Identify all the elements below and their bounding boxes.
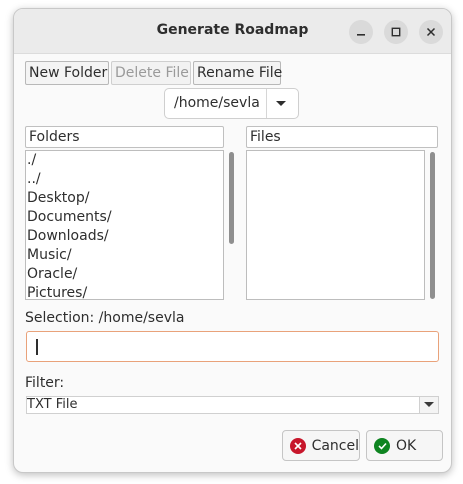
files-scrollbar[interactable] [430, 152, 435, 299]
maximize-button[interactable] [384, 20, 408, 44]
minimize-button[interactable] [349, 20, 373, 44]
filter-label: Filter: [25, 375, 65, 391]
cancel-button-label: Cancel [311, 437, 359, 454]
selection-input[interactable] [26, 331, 439, 362]
filter-select-value: TXT File [27, 397, 78, 412]
folders-list[interactable]: ./../Desktop/Documents/Downloads/Music/O… [25, 150, 224, 300]
folder-list-item[interactable]: Desktop/ [26, 189, 223, 208]
folder-list-item[interactable]: ../ [26, 170, 223, 189]
file-dialog-window: Generate Roadmap New Folder Delete File … [13, 8, 452, 473]
delete-file-button[interactable]: Delete File [111, 61, 191, 85]
folder-list-item[interactable]: Pictures/ [26, 284, 223, 299]
chevron-down-icon [276, 101, 286, 106]
folders-items: ./../Desktop/Documents/Downloads/Music/O… [26, 151, 223, 299]
folder-list-item[interactable]: ./ [26, 151, 223, 170]
folder-list-item[interactable]: Documents/ [26, 208, 223, 227]
folder-list-item[interactable]: Music/ [26, 246, 223, 265]
path-combo[interactable]: /home/sevla [164, 88, 299, 119]
path-combo-value: /home/sevla [174, 95, 260, 111]
text-cursor [36, 339, 38, 355]
close-icon [426, 27, 436, 37]
folder-list-item[interactable]: Oracle/ [26, 265, 223, 284]
filter-dropdown-button[interactable] [419, 397, 438, 413]
combo-divider [266, 89, 267, 118]
check-icon [374, 437, 390, 454]
title-bar[interactable]: Generate Roadmap [14, 9, 451, 54]
filter-select[interactable]: TXT File [26, 396, 439, 414]
chevron-down-icon [424, 402, 434, 407]
ok-button[interactable]: OK [366, 430, 443, 461]
files-column-header[interactable]: Files [246, 126, 438, 148]
cancel-icon [290, 437, 306, 454]
new-folder-button[interactable]: New Folder [25, 61, 109, 85]
files-list[interactable] [246, 150, 425, 300]
folders-scrollbar[interactable] [229, 152, 234, 244]
maximize-icon [391, 27, 401, 37]
close-button[interactable] [419, 20, 443, 44]
folder-list-item[interactable]: Downloads/ [26, 227, 223, 246]
minimize-icon [357, 34, 365, 36]
rename-file-button[interactable]: Rename File [193, 61, 282, 85]
cancel-button[interactable]: Cancel [282, 430, 360, 461]
selection-label: Selection: /home/sevla [25, 310, 185, 326]
folders-column-header[interactable]: Folders [25, 126, 224, 148]
ok-button-label: OK [396, 437, 417, 454]
